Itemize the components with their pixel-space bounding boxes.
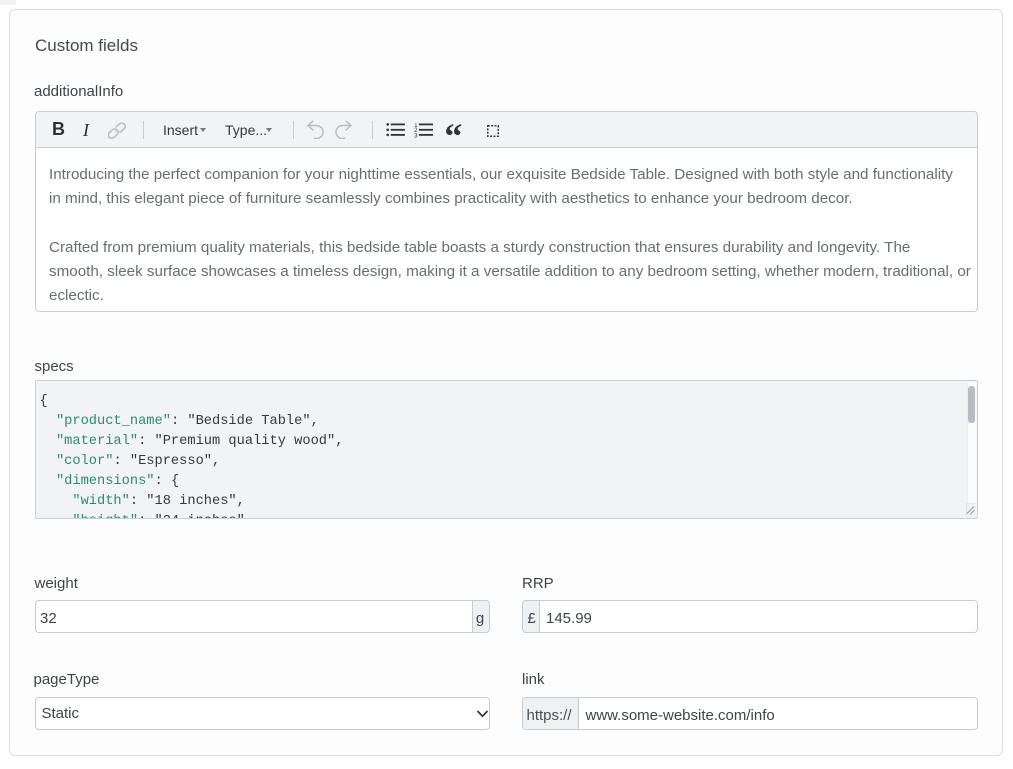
svg-text:3: 3 <box>414 132 418 139</box>
